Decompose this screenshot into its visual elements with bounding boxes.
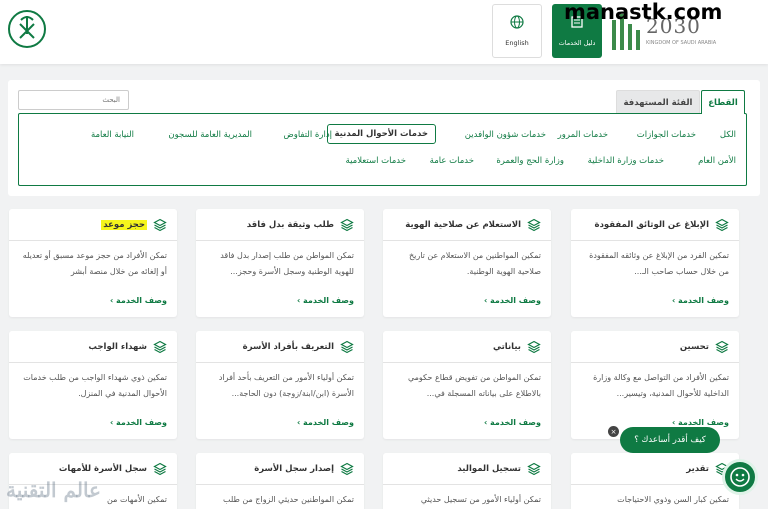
ministry-emblem-icon (8, 10, 46, 48)
card-description: تمكن أولياء الأمور من تسجيل حديثي (420, 495, 541, 504)
card-header: حجز موعد (9, 209, 177, 241)
layers-icon (527, 218, 541, 231)
language-button[interactable]: English (492, 4, 542, 58)
layers-icon (527, 340, 541, 353)
card-description: تمكن المواطن من طلب إصدار بدل فاقد للهوي… (220, 251, 354, 276)
service-card-tahseen[interactable]: تحسين تمكين الأفراد من التواصل مع وكالة و… (571, 331, 739, 439)
card-title: تحسين (679, 341, 709, 352)
service-card-taqdeer[interactable]: تقدير تمكين كبار السن وذوي الاحتياجات (571, 453, 739, 509)
card-header: التعريف بأفراد الأسرة (196, 331, 364, 363)
service-card-family-record[interactable]: إصدار سجل الأسرة تمكن المواطنين حديثي الز… (196, 453, 364, 509)
sector-public-prosecution[interactable]: النيابة العامة (91, 130, 134, 140)
chatbot-button[interactable] (722, 459, 758, 495)
layers-icon (153, 462, 167, 475)
card-title: الاستعلام عن صلاحية الهوية (405, 219, 521, 230)
card-description: تمكين كبار السن وذوي الاحتياجات (617, 495, 729, 504)
site-watermark: manastk.com (564, 0, 723, 24)
card-header: الإبلاغ عن الوثائق المفقودة (571, 209, 739, 241)
layers-icon (153, 340, 167, 353)
sector-expatriates[interactable]: خدمات شؤون الوافدين (465, 130, 546, 140)
card-title: طلب وثيقة بدل فاقد (246, 219, 334, 230)
service-description-link[interactable]: وصف الخدمة › (571, 289, 739, 305)
tab-sector[interactable]: القطاع (701, 90, 745, 114)
card-header: شهداء الواجب (9, 331, 177, 363)
sector-hajj-umrah[interactable]: وزارة الحج والعمرة (496, 156, 564, 166)
card-description: تمكين ذوي شهداء الواجب من طلب خدمات الأح… (23, 373, 167, 398)
card-title: بياناتي (492, 341, 521, 352)
card-header: بياناتي (383, 331, 551, 363)
sector-general-services[interactable]: خدمات عامة (430, 156, 474, 166)
sector-traffic[interactable]: خدمات المرور (558, 130, 608, 140)
card-title: تقدير (686, 463, 709, 474)
service-description-link[interactable]: وصف الخدمة › (571, 411, 739, 427)
overlay-watermark-text: عالم التقنية (6, 478, 101, 502)
card-description: تمكين المواطنين من الاستعلام عن تاريخ صل… (408, 251, 541, 276)
layers-icon (527, 462, 541, 475)
layers-icon (715, 340, 729, 353)
service-description-link[interactable]: وصف الخدمة › (9, 411, 177, 427)
chat-help-bubble[interactable]: كيف أقدر أساعدك ؟ (620, 427, 720, 453)
sector-negotiation[interactable]: إدارة التفاوض (283, 130, 332, 140)
card-title: حجز موعد (101, 219, 147, 230)
sector-all[interactable]: الكل (720, 130, 736, 140)
service-description-link[interactable]: وصف الخدمة › (196, 411, 364, 427)
language-label: English (505, 39, 529, 47)
card-header: تقدير (571, 453, 739, 485)
card-description: تمكن أولياء الأمور من التعريف بأحد أفراد… (218, 373, 354, 398)
service-card-birth-registration[interactable]: تسجيل المواليد تمكن أولياء الأمور من تسجي… (383, 453, 551, 509)
layers-icon (715, 218, 729, 231)
filter-panel: الفئة المستهدفة القطاع الكل خدمات الجواز… (8, 80, 760, 196)
card-title: شهداء الواجب (88, 341, 147, 352)
sector-inquiry-services[interactable]: خدمات استعلامية (346, 156, 406, 166)
card-title: التعريف بأفراد الأسرة (242, 341, 334, 352)
service-card-id-validity[interactable]: الاستعلام عن صلاحية الهوية تمكين المواطني… (383, 209, 551, 317)
card-description: تمكن المواطن من تفويض قطاع حكومي بالاطلا… (407, 373, 541, 398)
service-description-link[interactable]: وصف الخدمة › (196, 289, 364, 305)
card-description: تمكين الفرد من الإبلاغ عن وثائقه المفقود… (589, 251, 729, 276)
globe-icon (510, 15, 524, 29)
chatbot-face-icon (730, 467, 750, 487)
layers-icon (340, 218, 354, 231)
search-input[interactable] (18, 90, 129, 110)
card-description: تمكن المواطنين حديثي الزواج من طلب (222, 495, 354, 504)
sector-public-security[interactable]: الأمن العام (698, 156, 736, 166)
service-card-book-appointment[interactable]: حجز موعد تمكن الأفراد من حجز موعد مسبق أو… (9, 209, 177, 317)
layers-icon (153, 218, 167, 231)
sector-prisons[interactable]: المديرية العامة للسجون (168, 130, 252, 140)
service-description-link[interactable]: وصف الخدمة › (383, 289, 551, 305)
card-description: تمكن الأفراد من حجز موعد مسبق أو تعديله … (22, 251, 167, 276)
service-card-replacement-document[interactable]: طلب وثيقة بدل فاقد تمكن المواطن من طلب إص… (196, 209, 364, 317)
sector-interior-services[interactable]: خدمات وزارة الداخلية (588, 156, 664, 166)
card-header: إصدار سجل الأسرة (196, 453, 364, 485)
service-card-martyrs[interactable]: شهداء الواجب تمكين ذوي شهداء الواجب من طل… (9, 331, 177, 439)
card-header: تحسين (571, 331, 739, 363)
top-header: English دليل الخدمات 2030 KINGDOM OF SAU… (0, 0, 768, 64)
card-title: تسجيل المواليد (457, 463, 521, 474)
service-card-family-identification[interactable]: التعريف بأفراد الأسرة تمكن أولياء الأمور … (196, 331, 364, 439)
card-description: تمكين الأفراد من التواصل مع وكالة وزارة … (593, 373, 729, 398)
vision-subtitle: KINGDOM OF SAUDI ARABIA (646, 40, 717, 46)
sector-passports[interactable]: خدمات الجوازات (637, 130, 696, 140)
sector-filter-list: الكل خدمات الجوازات خدمات المرور خدمات ش… (18, 113, 747, 186)
services-guide-label: دليل الخدمات (558, 39, 596, 47)
service-card-my-data[interactable]: بياناتي تمكن المواطن من تفويض قطاع حكومي … (383, 331, 551, 439)
service-description-link[interactable]: وصف الخدمة › (383, 411, 551, 427)
close-icon[interactable]: × (608, 426, 619, 437)
tab-target-group[interactable]: الفئة المستهدفة (616, 90, 700, 114)
card-header: طلب وثيقة بدل فاقد (196, 209, 364, 241)
layers-icon (340, 340, 354, 353)
service-card-lost-documents[interactable]: الإبلاغ عن الوثائق المفقودة تمكين الفرد م… (571, 209, 739, 317)
card-header: الاستعلام عن صلاحية الهوية (383, 209, 551, 241)
card-header: تسجيل المواليد (383, 453, 551, 485)
card-title: إصدار سجل الأسرة (254, 463, 334, 474)
layers-icon (340, 462, 354, 475)
card-title: سجل الأسرة للأمهات (58, 463, 147, 474)
service-description-link[interactable]: وصف الخدمة › (9, 289, 177, 305)
sector-civil-affairs[interactable]: خدمات الأحوال المدنية (326, 124, 436, 144)
card-title: الإبلاغ عن الوثائق المفقودة (594, 219, 709, 230)
